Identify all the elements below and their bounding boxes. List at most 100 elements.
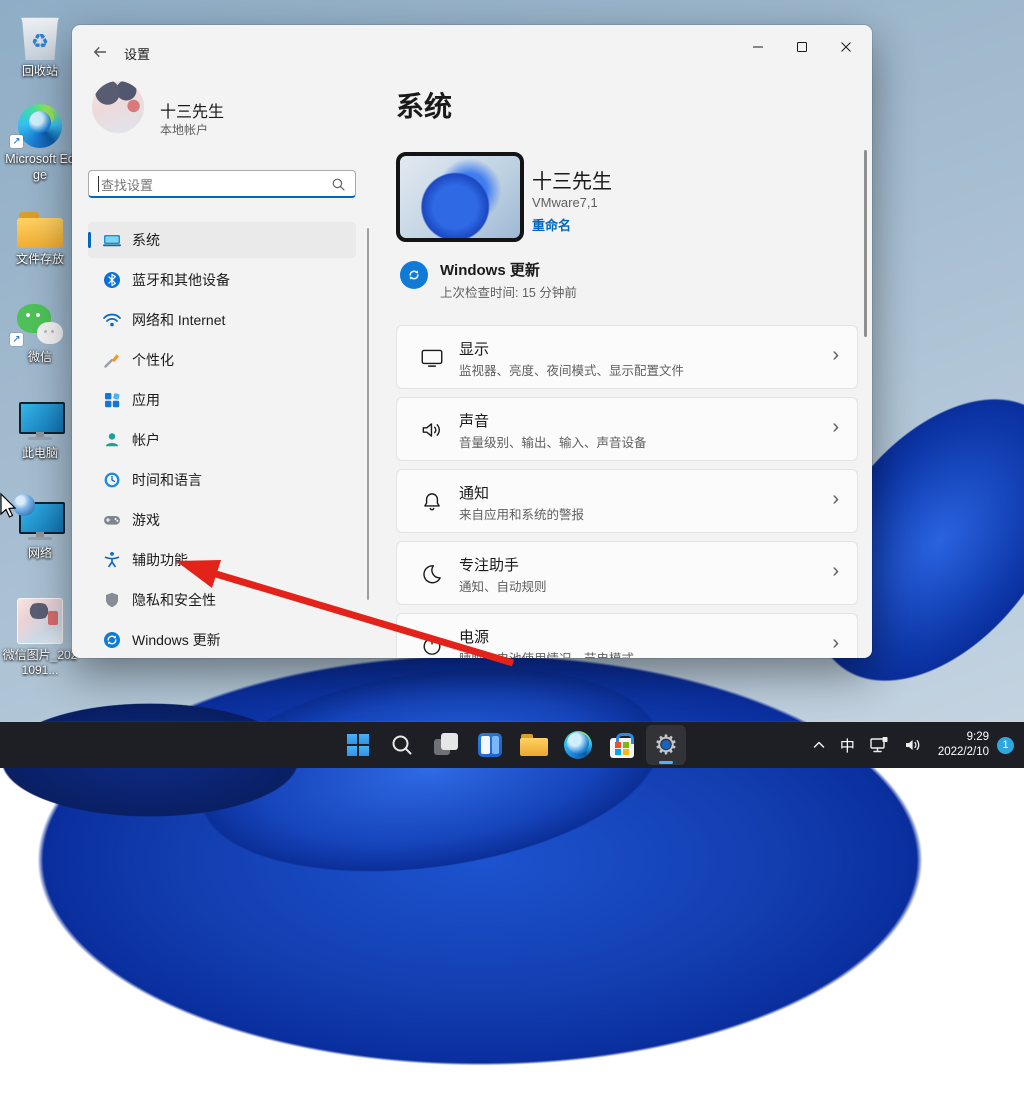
settings-search-box[interactable]	[88, 170, 356, 198]
sidebar-item-label: 网络和 Internet	[132, 310, 225, 330]
tray-overflow-button[interactable]	[805, 725, 833, 765]
window-titlebar[interactable]: 设置	[72, 25, 872, 69]
desktop-icon-folder[interactable]: 文件存放	[2, 208, 78, 267]
card-display[interactable]: 显示 监视器、亮度、夜间模式、显示配置文件 ›	[396, 325, 858, 389]
sync-icon	[102, 630, 122, 650]
card-focus-assist[interactable]: 专注助手 通知、自动规则 ›	[396, 541, 858, 605]
network-tray-icon[interactable]	[862, 725, 896, 765]
person-icon	[102, 430, 122, 450]
gamepad-icon	[102, 510, 122, 530]
settings-button[interactable]: ⚙	[646, 725, 686, 765]
bluetooth-icon	[102, 270, 122, 290]
moon-icon	[419, 561, 445, 592]
folder-icon	[17, 212, 63, 248]
card-subtitle: 监视器、亮度、夜间模式、显示配置文件	[459, 360, 684, 379]
card-notifications[interactable]: 通知 来自应用和系统的警报 ›	[396, 469, 858, 533]
sidebar-item-accounts[interactable]: 帐户	[88, 422, 356, 458]
system-tray: 中 9:29 2022/2/10 1	[805, 722, 1024, 768]
sidebar-item-bluetooth-devices[interactable]: 蓝牙和其他设备	[88, 262, 356, 298]
taskbar: ⚙ 中 9:29 2022/2/10 1	[0, 722, 1024, 768]
task-view-button[interactable]	[426, 725, 466, 765]
desktop-icon-wechat-image[interactable]: 微信图片_2021091...	[2, 596, 78, 678]
card-power[interactable]: 电源 睡眠、电池使用情况、节电模式 ›	[396, 613, 858, 658]
card-title: 专注助手	[459, 554, 519, 575]
wechat-icon	[17, 304, 63, 346]
device-model: VMware7,1	[532, 195, 598, 210]
card-title: 声音	[459, 410, 489, 431]
edge-button[interactable]	[558, 725, 598, 765]
content-scrollbar[interactable]	[864, 150, 867, 337]
sidebar-item-privacy-security[interactable]: 隐私和安全性	[88, 582, 356, 618]
card-title: 通知	[459, 482, 489, 503]
card-subtitle: 来自应用和系统的警报	[459, 504, 584, 523]
sidebar-item-time-language[interactable]: 时间和语言	[88, 462, 356, 498]
store-button[interactable]	[602, 725, 642, 765]
speaker-icon	[903, 736, 923, 754]
desktop-icon-wechat[interactable]: ↗ 微信	[2, 300, 78, 365]
desktop-icon-this-pc[interactable]: 此电脑	[2, 400, 78, 461]
back-button[interactable]	[86, 39, 114, 65]
card-sound[interactable]: 声音 音量级别、输出、输入、声音设备 ›	[396, 397, 858, 461]
card-subtitle: 通知、自动规则	[459, 576, 547, 595]
chevron-up-icon	[812, 738, 826, 752]
sidebar-item-accessibility[interactable]: 辅助功能	[88, 542, 356, 578]
settings-window: 设置 十三先生 本地帐户	[72, 25, 872, 658]
file-explorer-icon	[520, 734, 548, 756]
page-title: 系统	[396, 85, 452, 125]
system-icon	[102, 230, 122, 250]
desktop-icon-label: 此电脑	[2, 446, 78, 461]
sidebar-scrollbar[interactable]	[367, 228, 369, 600]
sidebar-item-label: 辅助功能	[132, 550, 188, 570]
close-button[interactable]	[824, 31, 868, 63]
start-button[interactable]	[338, 725, 378, 765]
sidebar-item-label: 游戏	[132, 510, 160, 530]
card-subtitle: 音量级别、输出、输入、声音设备	[459, 432, 647, 451]
tray-date: 2022/2/10	[938, 745, 989, 760]
search-icon	[389, 732, 415, 758]
rename-link[interactable]: 重命名	[532, 215, 571, 234]
desktop-icon-label: 微信图片_2021091...	[2, 648, 78, 678]
minimize-button[interactable]	[736, 31, 780, 63]
ime-indicator[interactable]: 中	[833, 725, 862, 765]
notification-badge[interactable]: 1	[997, 737, 1014, 754]
device-name: 十三先生	[532, 165, 612, 194]
card-subtitle: 睡眠、电池使用情况、节电模式	[459, 648, 634, 658]
sidebar-item-personalization[interactable]: 个性化	[88, 342, 356, 378]
desktop-icon-label: 文件存放	[2, 252, 78, 267]
widgets-icon	[478, 733, 502, 757]
sidebar-item-label: Windows 更新	[132, 630, 221, 650]
windows-update-title[interactable]: Windows 更新	[440, 259, 540, 280]
volume-tray-icon[interactable]	[896, 725, 930, 765]
maximize-button[interactable]	[780, 31, 824, 63]
taskbar-clock[interactable]: 9:29 2022/2/10	[930, 730, 995, 760]
profile-account-type: 本地帐户	[160, 121, 208, 138]
speaker-icon	[419, 417, 445, 448]
network-display-icon	[869, 736, 889, 754]
taskbar-search-button[interactable]	[382, 725, 422, 765]
sidebar-item-network-internet[interactable]: 网络和 Internet	[88, 302, 356, 338]
edge-icon	[564, 731, 592, 759]
widgets-button[interactable]	[470, 725, 510, 765]
sidebar-item-label: 系统	[132, 230, 160, 250]
windows-update-status: 上次检查时间: 15 分钟前	[440, 282, 577, 301]
sidebar-item-gaming[interactable]: 游戏	[88, 502, 356, 538]
desktop-icon-label: Microsoft Edge	[2, 152, 78, 183]
recycle-glyph: ♻	[31, 29, 49, 53]
search-icon	[331, 177, 346, 192]
card-title: 显示	[459, 338, 489, 359]
device-thumbnail	[396, 152, 524, 242]
file-explorer-button[interactable]	[514, 725, 554, 765]
clock-icon	[102, 470, 122, 490]
search-input[interactable]	[99, 173, 323, 197]
sidebar-item-label: 蓝牙和其他设备	[132, 270, 230, 290]
avatar[interactable]	[92, 81, 144, 133]
sidebar-item-windows-update[interactable]: Windows 更新	[88, 622, 356, 658]
shield-icon	[102, 590, 122, 610]
chevron-right-icon: ›	[832, 344, 839, 367]
sidebar-item-apps[interactable]: 应用	[88, 382, 356, 418]
desktop-icon-edge[interactable]: ↗ Microsoft Edge	[2, 100, 78, 183]
close-icon	[840, 41, 852, 53]
sidebar-item-system[interactable]: 系统	[88, 222, 356, 258]
active-app-indicator	[659, 761, 673, 764]
desktop-icon-recycle-bin[interactable]: ♻ 回收站	[2, 10, 78, 79]
